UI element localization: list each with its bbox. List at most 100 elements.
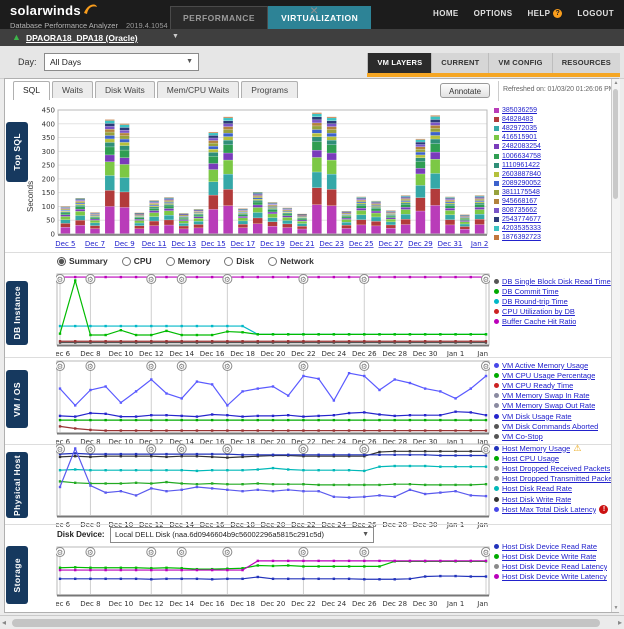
bar-segment[interactable]: [164, 198, 174, 200]
bar-segment[interactable]: [164, 204, 174, 206]
bar-segment[interactable]: [208, 209, 219, 234]
bar-segment[interactable]: [312, 172, 322, 188]
bar-segment[interactable]: [164, 210, 174, 216]
bar-segment[interactable]: [415, 152, 426, 155]
bar-segment[interactable]: [371, 217, 381, 222]
legend-link-host-disk-read-rate[interactable]: Host Disk Read Rate: [502, 484, 572, 493]
x-date-link[interactable]: Dec 21: [290, 240, 315, 248]
radio-input-summary[interactable]: [57, 256, 66, 266]
bar-segment[interactable]: [371, 202, 381, 204]
bar-segment[interactable]: [430, 115, 440, 117]
bar-segment[interactable]: [415, 147, 426, 150]
bar-segment[interactable]: [75, 199, 85, 201]
bar-segment[interactable]: [297, 229, 307, 234]
legend-link-host-disk-device-read-latency[interactable]: Host Disk Device Read Latency: [502, 562, 607, 571]
bar-segment[interactable]: [326, 144, 337, 153]
annotation-marker-icon[interactable]: ⚙: [359, 274, 370, 285]
bar-segment[interactable]: [119, 207, 130, 234]
bar-segment[interactable]: [445, 219, 455, 225]
bar-segment[interactable]: [252, 199, 263, 201]
legend-link-host-dropped-received-packets[interactable]: Host Dropped Received Packets: [502, 464, 610, 473]
radio-cpu[interactable]: CPU: [121, 256, 152, 266]
bar-segment[interactable]: [105, 155, 115, 162]
bar-segment[interactable]: [223, 160, 233, 174]
bar-segment[interactable]: [119, 139, 130, 143]
bar-segment[interactable]: [415, 157, 426, 162]
bar-segment[interactable]: [430, 173, 440, 189]
tab-waits[interactable]: Waits: [52, 81, 93, 98]
bar-segment[interactable]: [134, 225, 145, 229]
bar-segment[interactable]: [415, 185, 426, 198]
bar-segment[interactable]: [297, 223, 307, 227]
bar-segment[interactable]: [326, 123, 337, 127]
bar-segment[interactable]: [415, 174, 426, 186]
bar-segment[interactable]: [371, 206, 381, 208]
bar-segment[interactable]: [105, 135, 115, 139]
bar-segment[interactable]: [415, 149, 426, 152]
horizontal-scrollbar-thumb[interactable]: [12, 619, 600, 627]
bar-segment[interactable]: [60, 211, 71, 213]
bar-segment[interactable]: [208, 182, 219, 195]
bar-segment[interactable]: [297, 218, 307, 220]
annotation-marker-icon[interactable]: ⚙: [359, 444, 370, 455]
bar-segment[interactable]: [149, 210, 159, 213]
annotation-marker-icon[interactable]: ⚙: [146, 274, 157, 285]
bar-segment[interactable]: [460, 219, 470, 221]
bar-segment[interactable]: [105, 206, 115, 234]
bar-segment[interactable]: [400, 197, 411, 199]
bar-segment[interactable]: [252, 196, 263, 198]
bar-segment[interactable]: [208, 146, 219, 150]
bar-segment[interactable]: [430, 159, 440, 174]
bar-segment[interactable]: [238, 214, 248, 217]
annotation-marker-icon[interactable]: ⚙: [176, 274, 187, 285]
annotation-marker-icon[interactable]: ⚙: [56, 361, 65, 372]
bar-segment[interactable]: [90, 219, 100, 221]
section-tab-db-instance[interactable]: DB Instance: [6, 281, 28, 345]
scroll-right-icon[interactable]: ▸: [618, 619, 622, 627]
radio-input-network[interactable]: [268, 256, 278, 266]
bar-segment[interactable]: [105, 147, 115, 155]
bar-segment[interactable]: [415, 197, 426, 211]
legend-link-84828483[interactable]: 84828483: [502, 116, 533, 123]
bar-segment[interactable]: [252, 193, 263, 195]
tab-vm-config[interactable]: VM CONFIG: [488, 53, 552, 73]
bar-segment[interactable]: [356, 225, 366, 234]
annotation-marker-icon[interactable]: ⚙: [176, 547, 187, 558]
tab-current[interactable]: CURRENT: [431, 53, 489, 73]
bar-segment[interactable]: [75, 203, 85, 204]
bar-segment[interactable]: [356, 205, 366, 209]
bar-segment[interactable]: [312, 116, 322, 120]
bar-segment[interactable]: [193, 214, 204, 215]
scroll-left-icon[interactable]: ◂: [2, 619, 6, 627]
bar-segment[interactable]: [415, 168, 426, 174]
bar-segment[interactable]: [312, 133, 322, 137]
bar-segment[interactable]: [267, 206, 278, 208]
annotation-marker-icon[interactable]: ⚙: [56, 444, 65, 455]
legend-link-host-memory-usage[interactable]: Host Memory Usage: [502, 444, 570, 453]
bar-segment[interactable]: [386, 228, 396, 234]
bar-segment[interactable]: [119, 164, 130, 178]
bar-segment[interactable]: [90, 220, 100, 223]
x-date-link[interactable]: Dec 27: [379, 240, 404, 248]
bar-segment[interactable]: [252, 207, 263, 213]
bar-segment[interactable]: [134, 220, 145, 223]
section-tab-storage[interactable]: Storage: [6, 546, 28, 604]
x-date-link[interactable]: Dec 5: [55, 240, 75, 248]
bar-segment[interactable]: [445, 208, 455, 211]
bar-segment[interactable]: [179, 229, 189, 234]
bar-segment[interactable]: [371, 204, 381, 206]
legend-link-vm-disk-usage-rate[interactable]: VM Disk Usage Rate: [502, 412, 572, 421]
bar-segment[interactable]: [252, 192, 263, 194]
bar-segment[interactable]: [149, 202, 159, 203]
bar-segment[interactable]: [415, 139, 426, 142]
legend-link-host-disk-device-read-rate[interactable]: Host Disk Device Read Rate: [502, 542, 597, 551]
bar-segment[interactable]: [223, 189, 233, 206]
bar-segment[interactable]: [430, 128, 440, 132]
tab-sql[interactable]: SQL: [13, 81, 51, 100]
tab-vm-layers[interactable]: VM LAYERS: [367, 53, 432, 73]
bar-segment[interactable]: [238, 227, 248, 234]
bar-segment[interactable]: [430, 188, 440, 206]
bar-segment[interactable]: [60, 209, 71, 211]
x-date-link[interactable]: Dec 11: [142, 240, 167, 248]
bar-segment[interactable]: [371, 221, 381, 226]
